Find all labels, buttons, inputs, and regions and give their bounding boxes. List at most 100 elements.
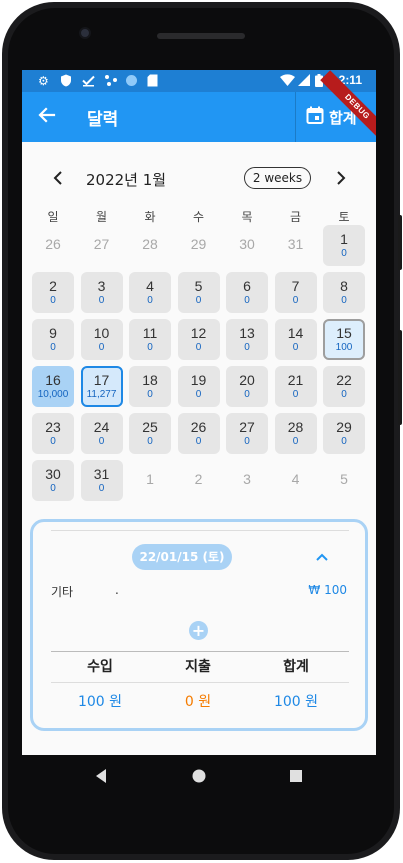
calendar-day-outside: 3 — [226, 460, 268, 501]
calendar-day-number: 17 — [93, 372, 110, 388]
format-toggle-button[interactable]: 2 weeks — [244, 167, 311, 189]
calendar-day-number: 21 — [287, 372, 304, 388]
calendar-day[interactable]: 29 0 — [323, 413, 365, 454]
system-nav-bar — [22, 755, 376, 799]
calendar-day[interactable]: 60 — [226, 272, 268, 313]
calendar-day-number: 1 — [146, 471, 154, 487]
calendar-day-number: 10 — [93, 325, 110, 341]
calendar-day[interactable]: 50 — [177, 272, 220, 313]
calendar-day[interactable]: 16 10,000 — [32, 366, 74, 407]
calendar-day-outside: 29 — [178, 225, 220, 266]
calendar-day-number: 9 — [49, 325, 57, 341]
calendar-day[interactable]: 27 0 — [226, 413, 268, 454]
calendar-day[interactable]: 20 — [32, 272, 74, 313]
calendar-day[interactable]: 90 — [32, 319, 74, 360]
calendar-day-number: 7 — [291, 278, 300, 294]
calendar-day[interactable]: 31 0 — [80, 460, 123, 501]
calendar-day-amount: 0 — [244, 295, 250, 306]
calendar-day-amount: 0 — [341, 248, 347, 259]
chevron-left-icon[interactable] — [49, 168, 69, 188]
calendar-day[interactable]: 25 0 — [129, 413, 171, 454]
calendar-day-number: 5 — [340, 471, 348, 487]
calendar-day-number: 19 — [190, 372, 207, 388]
calendar-day-amount: 0 — [292, 389, 299, 400]
calendar-day-amount: 0 — [341, 436, 347, 447]
entry-amount[interactable]: ₩ 100 — [308, 583, 347, 597]
summary-expense-header: 지출 — [185, 659, 211, 675]
chevron-up-icon[interactable] — [311, 547, 333, 569]
calendar-day-amount: 0 — [147, 389, 153, 400]
back-triangle-icon[interactable] — [94, 768, 108, 788]
calendar-day-amount: 0 — [98, 342, 105, 353]
recents-square-icon[interactable] — [289, 768, 303, 788]
divider — [51, 682, 349, 683]
app-bar: 달력 합계 DEBUG — [22, 70, 376, 144]
calendar-day-number: 18 — [142, 372, 158, 388]
weekday-label: 월 — [95, 210, 108, 224]
calendar-day-outside: 30 — [226, 225, 268, 266]
calendar-day-amount: 0 — [98, 295, 105, 306]
calendar-day[interactable]: 40 — [129, 272, 171, 313]
calendar-day[interactable]: 28 0 — [274, 413, 317, 454]
calendar-day[interactable]: 80 — [323, 272, 365, 313]
calendar-day[interactable]: 11 0 — [129, 319, 171, 360]
plus-icon[interactable]: + — [189, 621, 208, 640]
calendar-day[interactable]: 24 0 — [80, 413, 123, 454]
calendar-day[interactable]: 22 0 — [323, 366, 365, 407]
calendar-day-amount: 0 — [147, 295, 153, 306]
weekday-header: 일 월 화 수 목 금 토 — [32, 208, 372, 226]
calendar-day-amount: 0 — [244, 389, 250, 400]
calendar-day[interactable]: 23 0 — [32, 413, 74, 454]
calendar-day-number: 22 — [336, 372, 352, 388]
calendar-day[interactable]: 19 0 — [177, 366, 220, 407]
calendar-day-amount: 0 — [50, 483, 56, 494]
entry-memo[interactable]: . — [115, 583, 119, 597]
calendar-day[interactable]: 21 0 — [274, 366, 317, 407]
calendar-day-amount: 0 — [341, 295, 347, 306]
calendar-day-number: 11 — [142, 325, 158, 341]
calendar-day-amount: 0 — [147, 436, 153, 447]
calendar-day-number: 5 — [194, 278, 203, 294]
calendar-day-number: 27 — [239, 419, 255, 435]
calendar-day-amount: 0 — [195, 342, 202, 353]
calendar-day-number: 30 — [45, 466, 61, 482]
calendar-icon — [306, 106, 324, 128]
home-circle-icon[interactable] — [191, 768, 207, 788]
calendar-day-outside: 31 — [275, 225, 317, 266]
summary-expense-value: 0 원 — [184, 694, 212, 710]
calendar-day-amount: 0 — [50, 342, 56, 353]
calendar-day-amount: 0 — [50, 295, 56, 306]
calendar-day-number: 15 — [336, 325, 352, 341]
calendar-day-number: 31 — [287, 236, 304, 252]
chevron-right-icon[interactable] — [330, 168, 350, 188]
calendar-day[interactable]: 18 0 — [129, 366, 171, 407]
calendar-day-outside: 28 — [129, 225, 171, 266]
calendar-day[interactable]: 26 0 — [177, 413, 220, 454]
calendar-day[interactable]: 12 0 — [177, 319, 220, 360]
shield-icon — [60, 74, 72, 90]
calendar-day[interactable]: 30 — [80, 272, 123, 313]
calendar-day[interactable]: 13 0 — [226, 319, 268, 360]
calendar-day[interactable]: 17 11,277 — [80, 366, 123, 407]
calendar-day-number: 25 — [142, 419, 158, 435]
calendar-day[interactable]: 15 100 — [323, 319, 365, 360]
calendar-day-amount: 0 — [244, 436, 250, 447]
calendar-day[interactable]: 70 — [274, 272, 317, 313]
calendar-day-outside: 5 — [323, 460, 365, 501]
calendar-day-number: 4 — [146, 278, 154, 294]
sd-card-icon — [147, 74, 158, 90]
calendar-day[interactable]: 10 0 — [80, 319, 123, 360]
calendar-day[interactable]: 10 — [323, 225, 365, 266]
calendar-day[interactable]: 20 0 — [226, 366, 268, 407]
entry-category[interactable]: 기타 — [51, 583, 73, 600]
checkmark-icon — [82, 74, 95, 90]
page-title: 달력 — [87, 110, 119, 130]
calendar-day[interactable]: 14 0 — [274, 319, 317, 360]
arrow-back-icon[interactable] — [36, 104, 58, 126]
calendar-day-number: 3 — [97, 278, 106, 294]
day-detail-panel: 22/01/15 (토) 기타 . ₩ 100 + 수입 지출 합계 100 원… — [30, 519, 368, 731]
calendar-day-amount: 0 — [195, 436, 202, 447]
signal-icon — [298, 74, 311, 90]
calendar-day[interactable]: 30 0 — [32, 460, 74, 501]
calendar-day-number: 6 — [243, 278, 251, 294]
